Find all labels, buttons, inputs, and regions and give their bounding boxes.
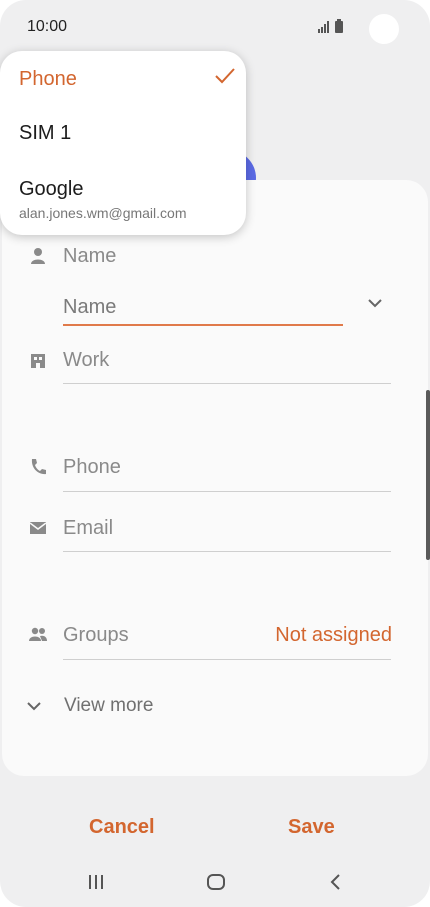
battery-icon: [335, 19, 343, 38]
work-underline: [63, 383, 391, 384]
navigation-bar: [0, 860, 430, 907]
chevron-down-icon[interactable]: [366, 296, 384, 314]
google-account-email: alan.jones.wm@gmail.com: [19, 205, 187, 221]
phone-underline: [63, 491, 391, 492]
recent-apps-icon[interactable]: [87, 872, 105, 897]
view-more-label: View more: [64, 695, 154, 716]
status-bar: 10:00: [0, 0, 430, 52]
account-option-google[interactable]: Google: [19, 178, 84, 201]
group-icon: [28, 625, 48, 645]
chevron-down-icon: [25, 699, 43, 717]
name-label: Name: [63, 245, 117, 267]
work-field[interactable]: Work: [63, 349, 109, 372]
phone-field[interactable]: Phone: [63, 456, 121, 479]
home-icon[interactable]: [206, 872, 226, 897]
front-camera: [369, 14, 399, 44]
save-button[interactable]: Save: [288, 816, 335, 839]
check-icon: [214, 67, 236, 90]
phone-icon: [28, 457, 48, 477]
status-time: 10:00: [27, 18, 68, 35]
email-field[interactable]: Email: [63, 517, 113, 540]
back-icon[interactable]: [328, 872, 344, 897]
name-input[interactable]: [63, 291, 343, 326]
building-icon: [28, 351, 48, 371]
groups-label[interactable]: Groups: [63, 624, 129, 647]
account-option-phone[interactable]: Phone: [19, 68, 77, 91]
groups-value[interactable]: Not assigned: [275, 624, 392, 647]
mail-icon: [28, 518, 48, 538]
scrollbar[interactable]: [426, 390, 430, 560]
cancel-button[interactable]: Cancel: [89, 816, 155, 839]
email-underline: [63, 551, 391, 552]
signal-icon: [318, 20, 330, 38]
phone-screen: 10:00 Name Work Phone Email Groups Not a: [0, 0, 430, 907]
account-option-sim1[interactable]: SIM 1: [19, 122, 71, 145]
account-dropdown: Phone SIM 1 Google alan.jones.wm@gmail.c…: [0, 51, 246, 235]
view-more-button[interactable]: View more: [22, 692, 222, 722]
groups-underline: [63, 659, 391, 660]
person-icon: [28, 246, 48, 266]
